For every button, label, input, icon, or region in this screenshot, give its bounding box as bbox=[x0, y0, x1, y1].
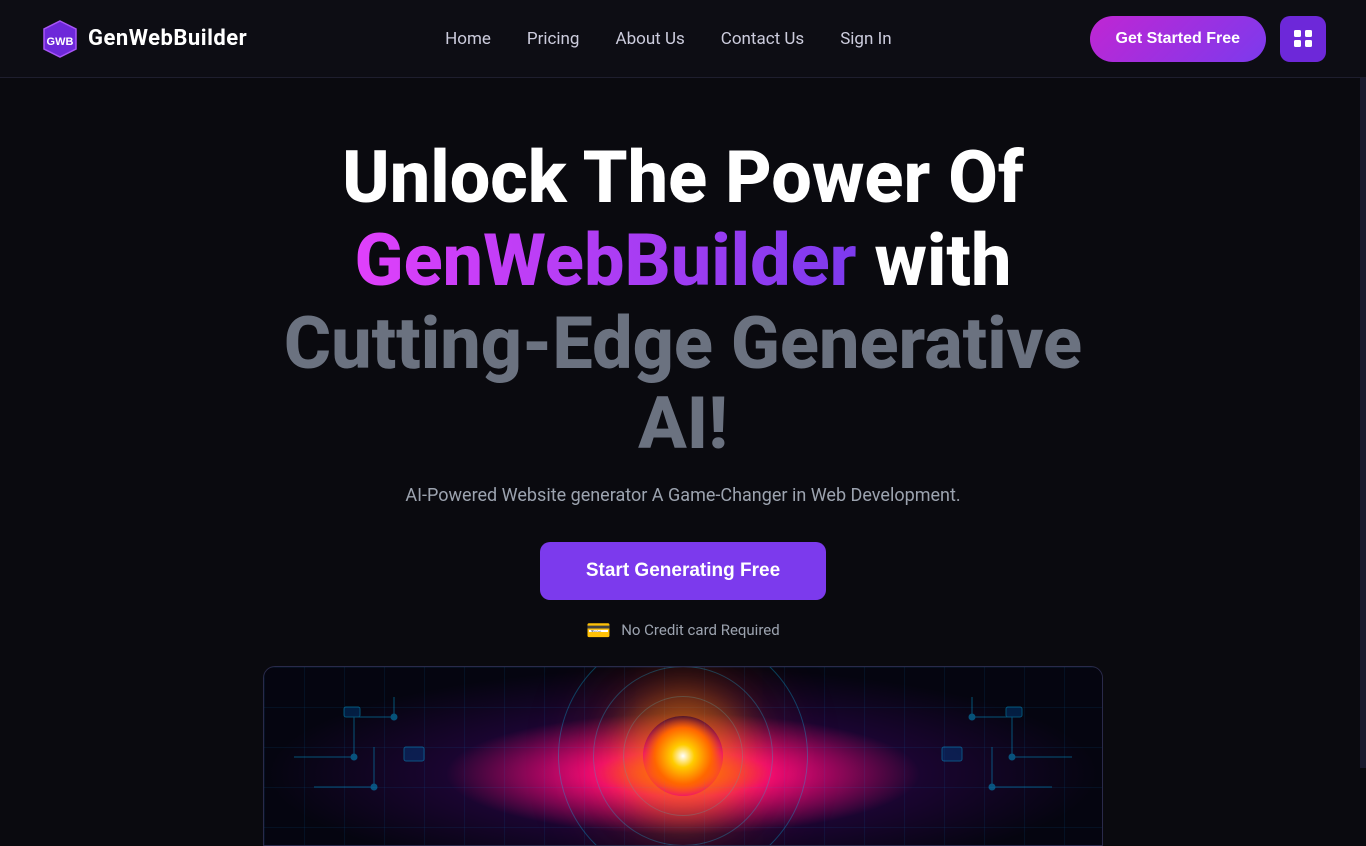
nav-signin[interactable]: Sign In bbox=[840, 29, 891, 49]
nav-right: Get Started Free bbox=[1090, 16, 1326, 62]
start-generating-button[interactable]: Start Generating Free bbox=[540, 542, 826, 600]
hero-subtitle: AI-Powered Website generator A Game-Chan… bbox=[405, 485, 960, 506]
circuit-right-icon bbox=[872, 687, 1072, 827]
no-credit-card-notice: 💳 No Credit card Required bbox=[586, 618, 779, 642]
hero-title-brand: GenWebBuilder bbox=[355, 218, 857, 303]
credit-card-icon: 💳 bbox=[586, 618, 611, 642]
grid-icon bbox=[1294, 30, 1312, 48]
logo-text: GenWebBuilder bbox=[88, 26, 247, 51]
hero-title: Unlock The Power Of GenWebBuilder with C… bbox=[233, 138, 1133, 463]
get-started-button[interactable]: Get Started Free bbox=[1090, 16, 1266, 62]
nav-contact[interactable]: Contact Us bbox=[721, 29, 804, 49]
hero-preview-bg bbox=[264, 667, 1102, 845]
navbar: GWB GenWebBuilder Home Pricing About Us … bbox=[0, 0, 1366, 78]
hero-title-line3: Cutting-Edge Generative AI! bbox=[233, 304, 1133, 462]
svg-text:GWB: GWB bbox=[47, 36, 74, 48]
nav-pricing[interactable]: Pricing bbox=[527, 29, 580, 49]
grid-menu-button[interactable] bbox=[1280, 16, 1326, 62]
logo[interactable]: GWB GenWebBuilder bbox=[40, 19, 247, 59]
circuit-left-icon bbox=[294, 687, 494, 827]
nav-links: Home Pricing About Us Contact Us Sign In bbox=[445, 29, 891, 49]
hero-title-line1: Unlock The Power Of bbox=[342, 135, 1024, 220]
hero-title-line2: GenWebBuilder with bbox=[233, 221, 1133, 300]
hero-title-with: with bbox=[856, 218, 1011, 303]
nav-home[interactable]: Home bbox=[445, 29, 491, 49]
hero-section: Unlock The Power Of GenWebBuilder with C… bbox=[0, 78, 1366, 846]
glow-orb bbox=[643, 716, 723, 796]
logo-icon: GWB bbox=[40, 19, 80, 59]
no-credit-card-text: No Credit card Required bbox=[621, 621, 780, 639]
hero-preview-image bbox=[263, 666, 1103, 846]
nav-about[interactable]: About Us bbox=[615, 29, 684, 49]
